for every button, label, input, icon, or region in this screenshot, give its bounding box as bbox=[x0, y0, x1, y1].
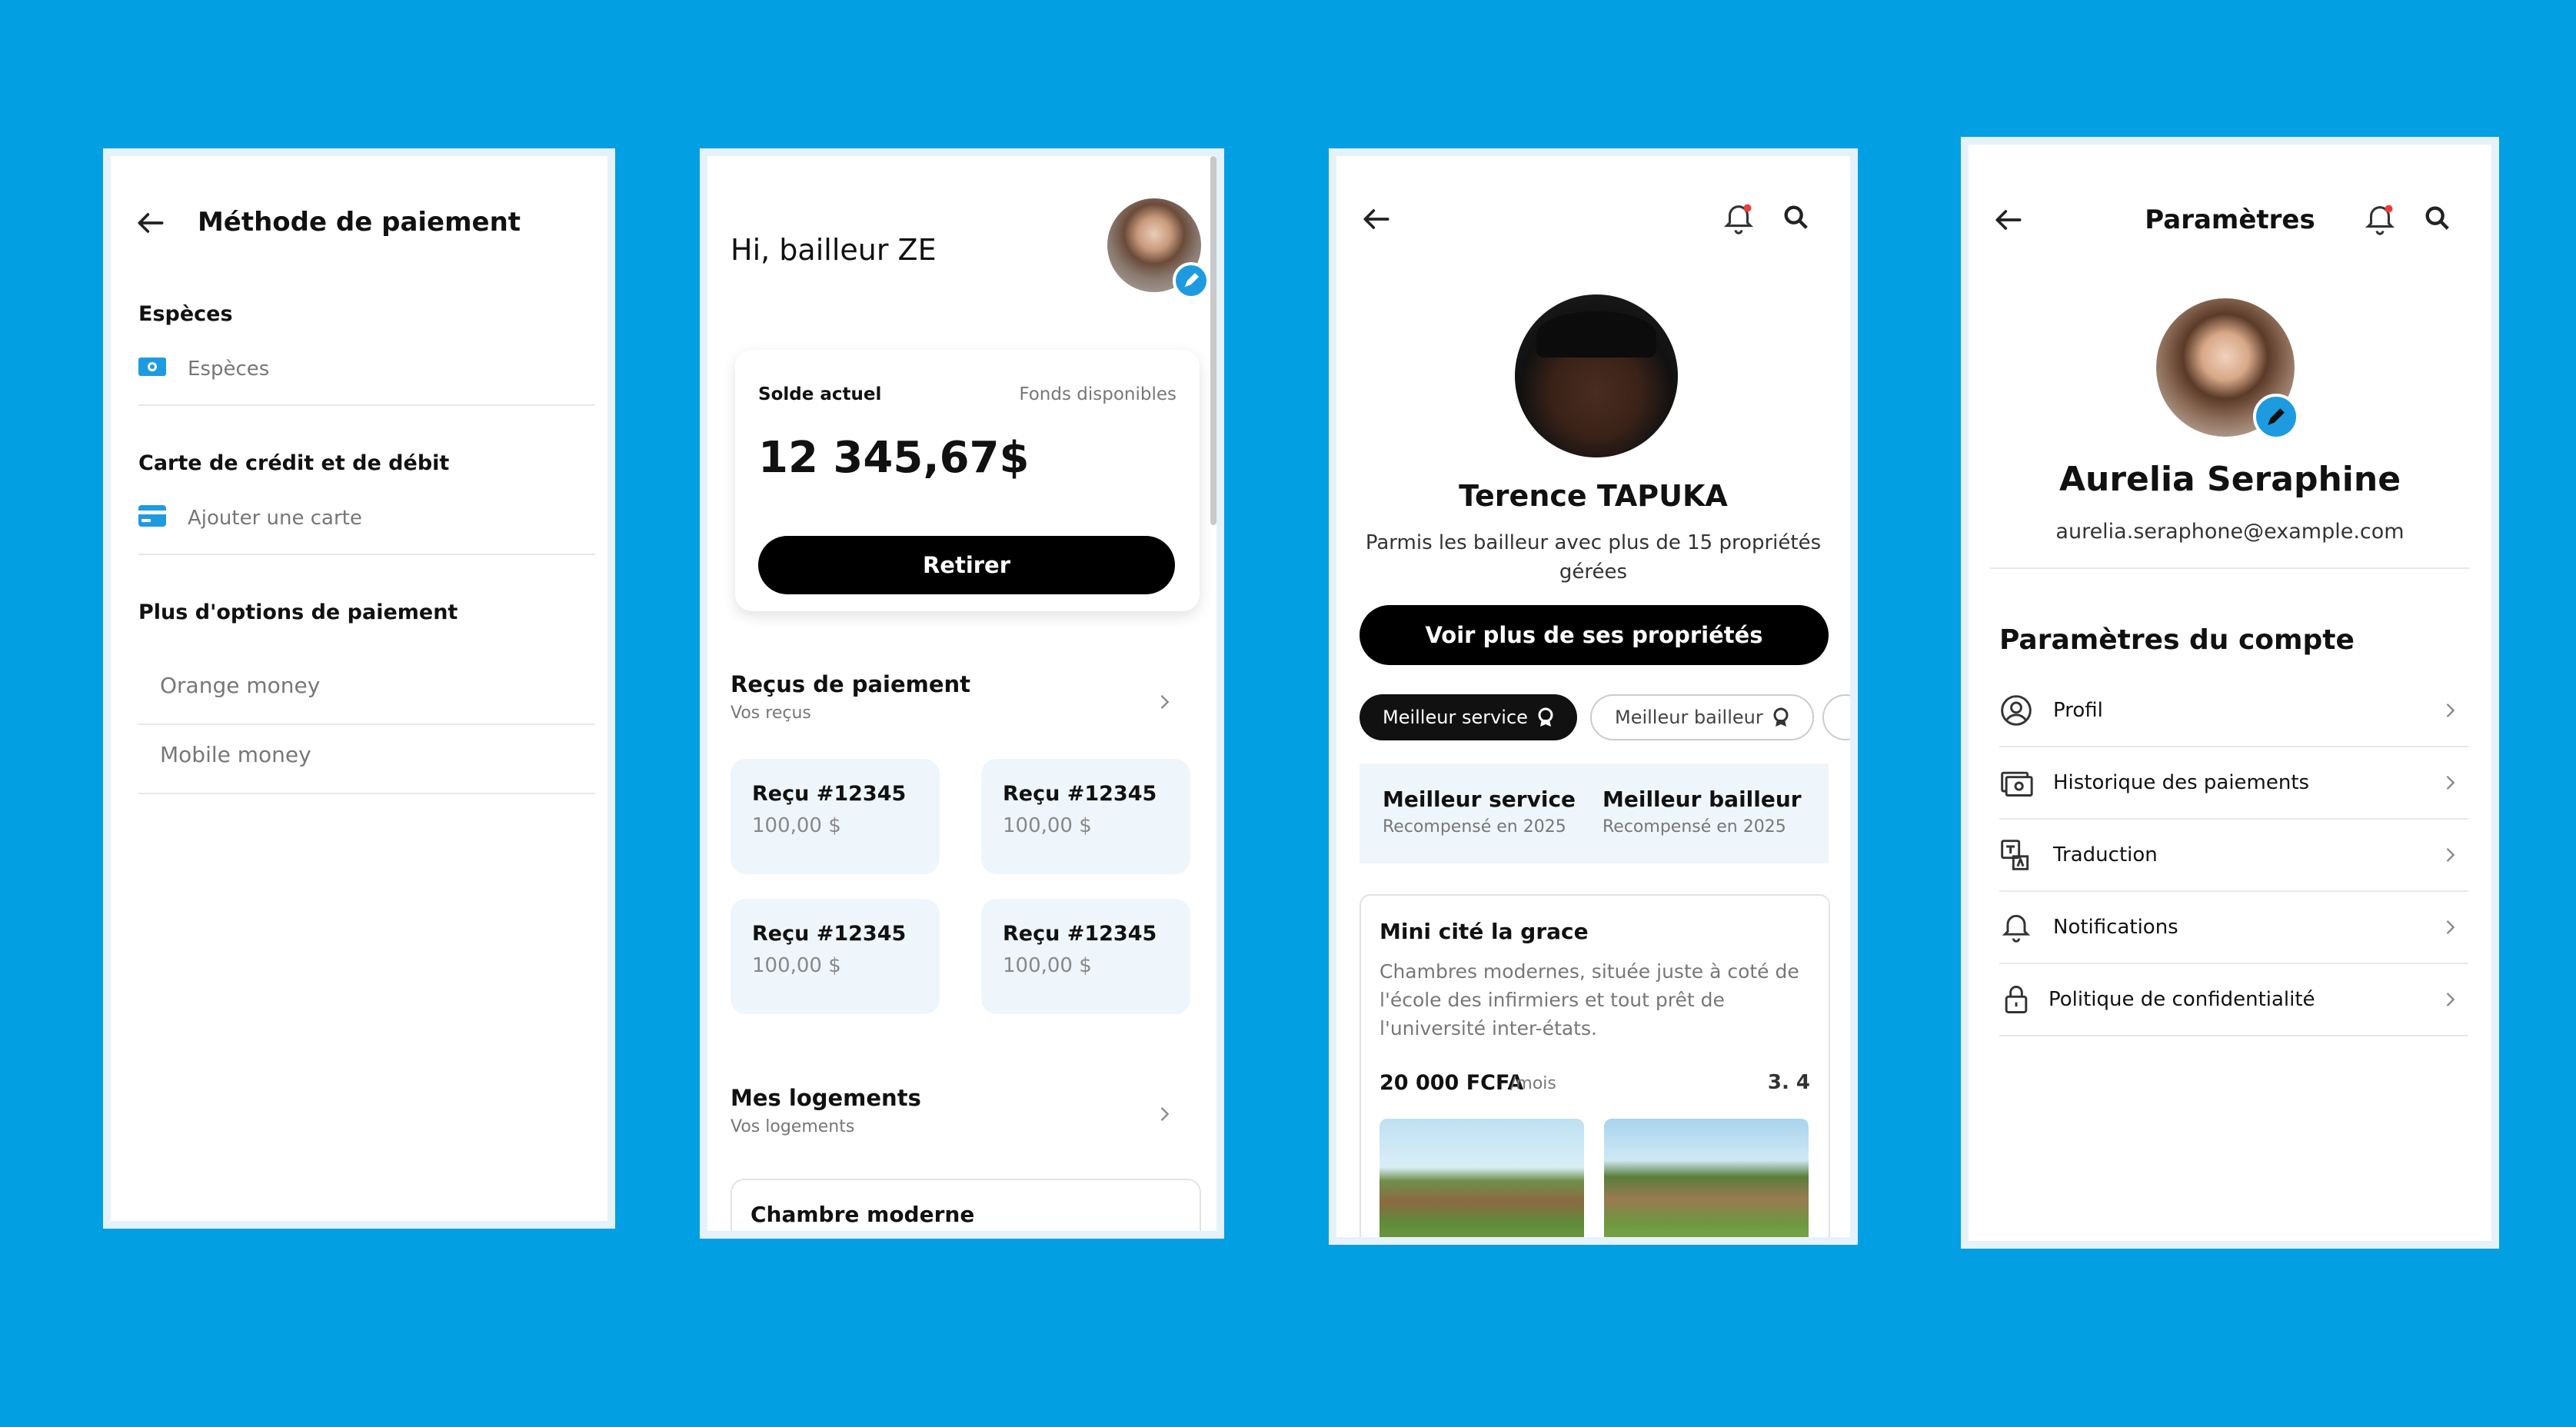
receipt-card[interactable]: Reçu #12345 100,00 $ bbox=[731, 899, 940, 1014]
scrollbar[interactable] bbox=[1210, 156, 1216, 525]
search-icon[interactable] bbox=[2422, 203, 2453, 234]
greeting: Hi, bailleur ZE bbox=[731, 233, 937, 267]
balance-amount: 12 345,67$ bbox=[758, 433, 1030, 483]
receipt-card[interactable]: Reçu #12345 100,00 $ bbox=[981, 899, 1190, 1014]
chevron-right-icon bbox=[2446, 848, 2455, 862]
edit-avatar-button[interactable] bbox=[2253, 394, 2299, 440]
cash-option[interactable]: Espèces bbox=[188, 358, 269, 381]
section-more-title: Plus d'options de paiement bbox=[138, 600, 458, 624]
cash-icon bbox=[138, 358, 166, 376]
housing-card[interactable]: Chambre moderne bbox=[731, 1179, 1201, 1231]
balance-card: Solde actuel Fonds disponibles 12 345,67… bbox=[735, 350, 1200, 611]
receipts-subtitle: Vos reçus bbox=[731, 704, 811, 723]
view-properties-button[interactable]: Voir plus de ses propriétés bbox=[1360, 605, 1829, 665]
bell-icon[interactable] bbox=[1721, 201, 1756, 236]
chevron-right-icon[interactable] bbox=[1153, 1103, 1175, 1125]
housing-title: Mes logements bbox=[731, 1085, 921, 1111]
chevron-right-icon bbox=[2446, 920, 2455, 934]
user-name: Aurelia Seraphine bbox=[2058, 460, 2401, 499]
receipt-card[interactable]: Reçu #12345 100,00 $ bbox=[731, 759, 940, 874]
funds-label: Fonds disponibles bbox=[1019, 384, 1177, 404]
lock-icon bbox=[2005, 986, 2028, 1013]
bell-icon[interactable] bbox=[2362, 201, 2398, 237]
translate-icon bbox=[2001, 840, 2029, 870]
add-card-option[interactable]: Ajouter une carte bbox=[188, 507, 362, 530]
settings-item-label: Traduction bbox=[2053, 843, 2158, 867]
pill-label: Meilleur service bbox=[1383, 707, 1528, 728]
account-settings-title: Paramètres du compte bbox=[1999, 624, 2355, 656]
badge-pill-partial[interactable] bbox=[1822, 694, 1850, 740]
credit-card-icon bbox=[138, 505, 166, 527]
withdraw-button[interactable]: Retirer bbox=[758, 536, 1175, 594]
landlord-profile-screen: Terence TAPUKA Parmis les bailleur avec … bbox=[1329, 148, 1858, 1245]
settings-item-profile[interactable]: Profil bbox=[1999, 675, 2468, 746]
settings-item-notifications[interactable]: Notifications bbox=[1999, 892, 2468, 963]
medal-icon bbox=[1538, 707, 1553, 727]
mobile-money-option[interactable]: Mobile money bbox=[160, 742, 311, 767]
housing-card-title: Chambre moderne bbox=[751, 1202, 975, 1227]
property-title: Mini cité la grace bbox=[1380, 919, 1589, 944]
settings-item-privacy[interactable]: Politique de confidentialité bbox=[1999, 964, 2468, 1035]
landlord-description: Parmis les bailleur avec plus de 15 prop… bbox=[1365, 531, 1822, 584]
landlord-dashboard-screen: Hi, bailleur ZE Solde actuel Fonds dispo… bbox=[700, 148, 1224, 1239]
settings-item-label: Politique de confidentialité bbox=[2048, 988, 2315, 1011]
user-circle-icon bbox=[2001, 695, 2032, 726]
property-card[interactable]: Mini cité la grace Chambres modernes, si… bbox=[1360, 894, 1830, 1237]
search-icon[interactable] bbox=[1781, 202, 1812, 233]
bell-icon bbox=[2002, 914, 2031, 943]
housing-subtitle: Vos logements bbox=[731, 1117, 855, 1136]
awards-strip: Meilleur service Recompensé en 2025 Meil… bbox=[1360, 763, 1829, 863]
page-title: Méthode de paiement bbox=[197, 207, 521, 238]
section-cash-title: Espèces bbox=[138, 302, 233, 326]
property-photo[interactable] bbox=[1380, 1119, 1584, 1237]
edit-avatar-button[interactable] bbox=[1173, 262, 1210, 299]
chevron-right-icon bbox=[2446, 776, 2455, 790]
receipt-history-icon bbox=[2001, 771, 2033, 797]
receipt-card[interactable]: Reçu #12345 100,00 $ bbox=[981, 759, 1190, 874]
payment-method-screen: Méthode de paiement Espèces Espèces Cart… bbox=[103, 148, 615, 1229]
property-price: 20 000 FCFA bbox=[1380, 1071, 1524, 1095]
chevron-right-icon[interactable] bbox=[1153, 691, 1175, 713]
award-title: Meilleur bailleur bbox=[1603, 787, 1802, 812]
user-email: aurelia.seraphone@example.com bbox=[2055, 520, 2405, 544]
settings-screen: Paramètres Aurelia Seraphine aurelia.ser… bbox=[1961, 137, 2499, 1249]
badge-pill-best-service[interactable]: Meilleur service bbox=[1360, 694, 1577, 740]
chevron-right-icon bbox=[2446, 704, 2455, 717]
orange-money-option[interactable]: Orange money bbox=[160, 673, 320, 698]
award-title: Meilleur service bbox=[1383, 787, 1576, 812]
settings-item-translation[interactable]: Traduction bbox=[1999, 820, 2468, 890]
award-subtitle: Recompensé en 2025 bbox=[1603, 817, 1786, 837]
settings-item-payment-history[interactable]: Historique des paiements bbox=[1999, 747, 2468, 818]
badge-pill-best-landlord[interactable]: Meilleur bailleur bbox=[1590, 694, 1814, 740]
property-description: Chambres modernes, située juste à coté d… bbox=[1380, 960, 1799, 1039]
back-arrow-icon[interactable] bbox=[1360, 202, 1393, 236]
settings-item-label: Notifications bbox=[2053, 916, 2178, 939]
avatar bbox=[1515, 294, 1678, 457]
property-price-unit: /mois bbox=[1510, 1074, 1556, 1093]
settings-item-label: Profil bbox=[2053, 699, 2103, 722]
landlord-name: Terence TAPUKA bbox=[1459, 479, 1728, 513]
property-photo[interactable] bbox=[1604, 1119, 1809, 1237]
balance-label: Solde actuel bbox=[758, 384, 882, 404]
receipts-title: Reçus de paiement bbox=[731, 671, 971, 697]
award-subtitle: Recompensé en 2025 bbox=[1383, 817, 1566, 837]
medal-icon bbox=[1773, 707, 1789, 727]
section-card-title: Carte de crédit et de débit bbox=[138, 451, 450, 475]
pill-label: Meilleur bailleur bbox=[1615, 707, 1763, 728]
chevron-right-icon bbox=[2446, 993, 2455, 1006]
page-title: Paramètres bbox=[2145, 205, 2315, 235]
property-rating: 3. 4 bbox=[1767, 1071, 1810, 1094]
settings-item-label: Historique des paiements bbox=[2053, 771, 2310, 794]
